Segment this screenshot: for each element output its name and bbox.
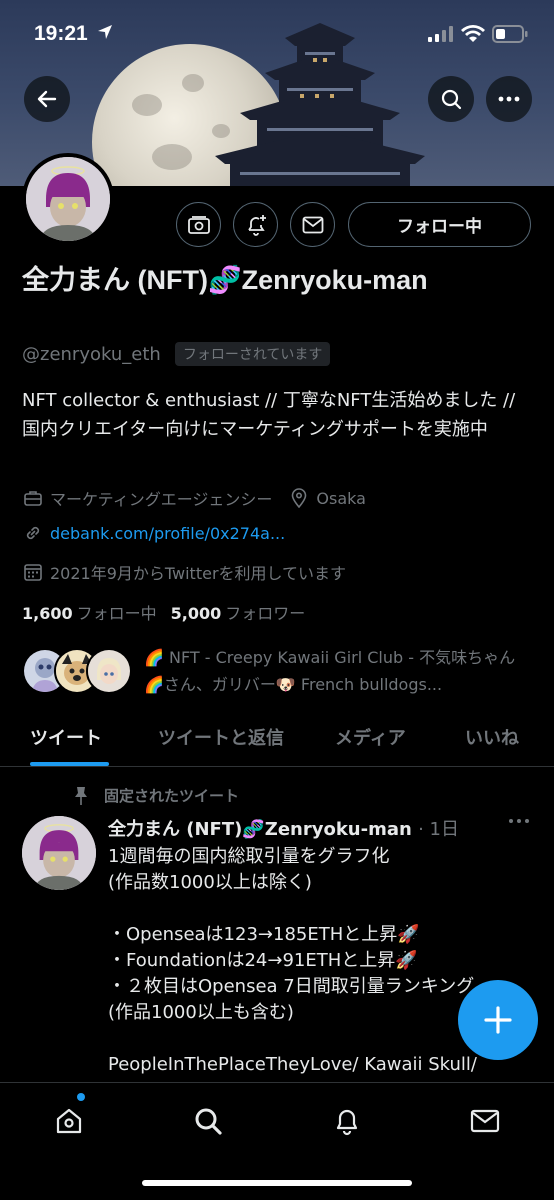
search-icon xyxy=(441,89,462,110)
home-indicator[interactable] xyxy=(142,1180,412,1186)
envelope-icon xyxy=(302,216,323,233)
followers-count-link[interactable]: 5,000 フォロワー xyxy=(171,600,306,624)
pinned-tweet-label-row: 固定されたツイート xyxy=(72,785,239,806)
profile-meta-row: マーケティングエージェンシー Osaka xyxy=(22,486,366,510)
tweet-date[interactable]: · 1日 xyxy=(418,819,459,840)
nav-home[interactable] xyxy=(49,1101,89,1141)
following-count: 1,600 xyxy=(22,604,73,623)
tab-media[interactable]: メディア xyxy=(335,724,406,750)
profile-website-link[interactable]: debank.com/profile/0x274a... xyxy=(50,524,285,543)
following-label: フォロー中 xyxy=(76,604,157,623)
followed-by-text[interactable]: 🌈 NFT - Creepy Kawaii Girl Club - 不気味ちゃん… xyxy=(144,644,534,698)
profile-name: 全力まん (NFT)🧬Zenryoku-man xyxy=(22,265,428,295)
nav-search[interactable] xyxy=(188,1101,228,1141)
active-tab-indicator xyxy=(30,762,109,766)
calendar-icon xyxy=(22,561,44,583)
avatar-image xyxy=(26,157,110,241)
profile-handle: @zenryoku_eth xyxy=(22,343,161,365)
followers-label: フォロワー xyxy=(225,604,306,623)
followers-count: 5,000 xyxy=(170,604,222,623)
profile-tabs: ツイート ツイートと返信 メディア いいね xyxy=(0,710,554,767)
pin-icon xyxy=(75,786,87,805)
follow-counts: 1,600 フォロー中 5,000 フォロワー xyxy=(22,600,305,624)
nav-messages[interactable] xyxy=(465,1101,505,1141)
location-arrow-icon xyxy=(98,25,112,39)
profile-joined-date: 2021年9月からTwitterを利用しています xyxy=(50,564,347,583)
tab-likes[interactable]: いいね xyxy=(465,724,519,750)
tweet-header: 全力まん (NFT)🧬Zenryoku-man · 1日 xyxy=(108,815,459,841)
battery-icon xyxy=(492,25,528,43)
tweet-more-icon[interactable] xyxy=(508,818,530,824)
followed-by-avatars[interactable] xyxy=(22,648,132,694)
more-icon xyxy=(498,96,520,102)
status-time: 19:21 xyxy=(34,22,88,45)
location-pin-icon xyxy=(288,487,310,509)
home-icon xyxy=(56,1108,82,1134)
envelope-icon xyxy=(470,1109,500,1133)
nav-notifications[interactable] xyxy=(327,1101,367,1141)
profile-category: マーケティングエージェンシー xyxy=(50,490,273,509)
wifi-icon xyxy=(461,25,485,42)
status-bar: 19:21 xyxy=(0,0,554,64)
pinned-tweet-label: 固定されたツイート xyxy=(104,787,240,805)
tab-tweets-and-replies[interactable]: ツイートと返信 xyxy=(158,724,284,750)
notifications-bell-button[interactable] xyxy=(233,202,278,247)
following-button[interactable]: フォロー中 xyxy=(348,202,531,247)
home-notification-dot xyxy=(77,1093,85,1101)
profile-link-row: debank.com/profile/0x274a... xyxy=(22,522,285,544)
bell-plus-icon xyxy=(247,214,266,236)
follows-you-badge: フォローされています xyxy=(174,342,331,366)
back-button[interactable] xyxy=(24,76,70,122)
briefcase-icon xyxy=(22,487,44,509)
profile-bio: NFT collector & enthusiast // 丁寧なNFT生活始め… xyxy=(22,390,516,440)
profile-joined-row: 2021年9月からTwitterを利用しています xyxy=(22,560,346,584)
bell-icon xyxy=(336,1109,358,1136)
compose-plus-icon xyxy=(484,1006,512,1034)
search-button[interactable] xyxy=(428,76,474,122)
avatar-image xyxy=(22,816,96,890)
cellular-signal-icon xyxy=(428,26,453,42)
handle-row: @zenryoku_eth フォローされています xyxy=(22,342,331,366)
profile-avatar[interactable] xyxy=(22,153,114,245)
follower-avatar xyxy=(86,648,132,694)
search-icon xyxy=(195,1108,222,1135)
tweet-author-name[interactable]: 全力まん (NFT)🧬Zenryoku-man xyxy=(108,819,412,840)
tip-jar-button[interactable] xyxy=(176,202,221,247)
profile-location: Osaka xyxy=(316,488,366,508)
money-icon xyxy=(187,215,210,234)
tweet-author-avatar[interactable] xyxy=(22,816,96,890)
tab-tweets[interactable]: ツイート xyxy=(30,724,102,750)
link-icon xyxy=(22,522,44,544)
message-button[interactable] xyxy=(290,202,335,247)
more-options-button[interactable] xyxy=(486,76,532,122)
compose-tweet-button[interactable] xyxy=(458,980,538,1060)
following-count-link[interactable]: 1,600 フォロー中 xyxy=(22,600,157,624)
tweet-text: 1週間毎の国内総取引量をグラフ化 (作品数1000以上は除く) ・Opensea… xyxy=(108,846,477,1075)
back-arrow-icon xyxy=(37,90,57,108)
